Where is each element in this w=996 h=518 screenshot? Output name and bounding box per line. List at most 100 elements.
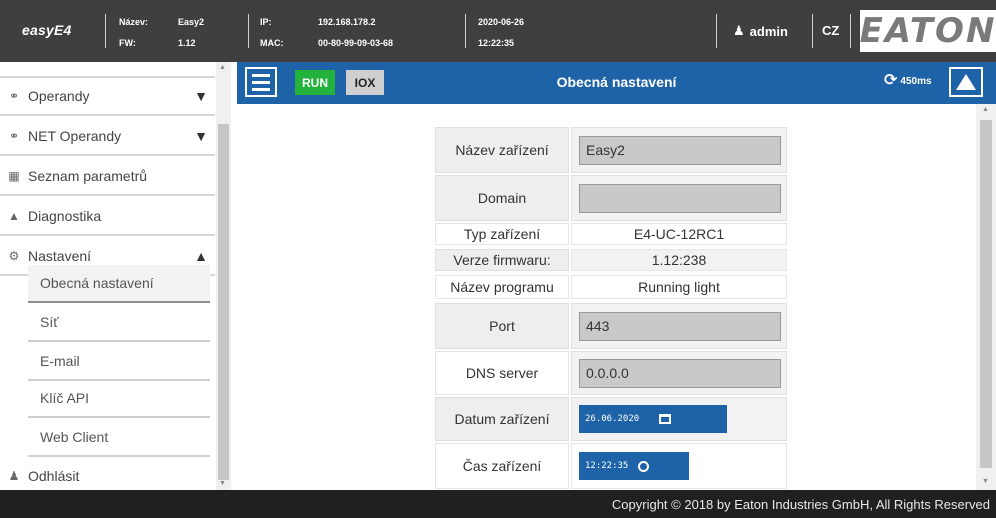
content-scrollbar[interactable]: ▲ ▼ — [976, 104, 996, 490]
firmware-value: 1.12 — [178, 38, 196, 48]
logo-text: EATON — [859, 11, 996, 51]
page-title: Obecná nastavení — [556, 74, 677, 90]
dns-server-cell: 0.0.0.0 — [571, 351, 787, 395]
header-time: 12:22:35 — [478, 38, 515, 48]
form-row-time: Čas zařízení 12:22:35 — [435, 443, 787, 489]
sidebar-item-logout[interactable]: ♟ Odhlásit — [0, 457, 215, 490]
warning-icon: ▲ — [8, 209, 20, 223]
refresh-interval[interactable]: ⟳ 450ms — [884, 72, 932, 89]
sidebar-scrollbar[interactable]: ▲ ▼ — [216, 62, 231, 490]
port-cell: 443 — [571, 303, 787, 349]
device-name-value: Easy2 — [178, 17, 205, 27]
dns-server-input[interactable]: 0.0.0.0 — [579, 358, 781, 388]
link-icon: ⚭ — [8, 129, 20, 143]
language-switch[interactable]: CZ — [822, 23, 839, 38]
scroll-down-icon[interactable]: ▼ — [219, 480, 226, 487]
sidebar-item-label: Diagnostika — [28, 208, 102, 224]
device-name-input[interactable]: Easy2 — [579, 135, 781, 165]
list-icon: ▦ — [8, 169, 20, 183]
header-divider — [850, 14, 851, 48]
gear-icon: ⚙ — [8, 249, 20, 263]
sidebar-scroll-thumb[interactable] — [218, 124, 229, 480]
sidebar-item-operandy[interactable]: ⚭ Operandy ▼ — [0, 78, 215, 116]
form-row-program-name: Název programu Running light — [435, 275, 787, 299]
footer: Copyright © 2018 by Eaton Industries Gmb… — [0, 490, 996, 518]
device-type-value: E4-UC-12RC1 — [571, 223, 787, 245]
header-divider — [105, 14, 106, 48]
brand-label: easyE4 — [22, 22, 72, 38]
content-scroll-thumb[interactable] — [980, 120, 992, 468]
clock-icon[interactable] — [638, 460, 650, 472]
header-date: 2020-06-26 — [478, 17, 525, 27]
device-name-label: Název zařízení — [435, 127, 569, 173]
sidebar-item-partial — [0, 62, 215, 78]
sidebar-subitem-general[interactable]: Obecná nastavení — [28, 265, 210, 303]
copyright-text: Copyright © 2018 by Eaton Industries Gmb… — [611, 496, 990, 512]
scroll-down-icon[interactable]: ▼ — [982, 478, 989, 485]
scroll-up-icon[interactable]: ▲ — [982, 106, 989, 113]
calendar-icon[interactable] — [659, 414, 672, 424]
device-name-cell: Easy2 — [571, 127, 787, 173]
sidebar-item-label: Odhlásit — [28, 468, 80, 484]
arrow-up-icon — [956, 74, 976, 90]
mac-value: 00-80-99-09-03-68 — [318, 38, 394, 48]
refresh-icon: ⟳ — [884, 72, 898, 89]
device-time-cell: 12:22:35 — [571, 443, 787, 489]
mac-label: MAC: — [260, 38, 284, 48]
firmware-version-value: 1.12:238 — [571, 249, 787, 271]
ip-label: IP: — [260, 17, 272, 27]
sidebar-item-label: Operandy — [28, 88, 90, 104]
device-time-picker[interactable]: 12:22:35 — [579, 452, 689, 480]
sidebar-subitem-network[interactable]: Síť — [28, 304, 210, 342]
sidebar-item-label: NET Operandy — [28, 128, 122, 144]
port-label: Port — [435, 303, 569, 349]
sidebar-subitem-email[interactable]: E-mail — [28, 343, 210, 381]
sidebar-item-net-operandy[interactable]: ⚭ NET Operandy ▼ — [0, 118, 215, 156]
device-name-label: Název: — [119, 17, 149, 27]
header-divider — [812, 14, 813, 48]
form-row-device-name: Název zařízení Easy2 — [435, 127, 787, 173]
device-time-label: Čas zařízení — [435, 443, 569, 489]
domain-label: Domain — [435, 175, 569, 221]
sidebar-item-label: Seznam parametrů — [28, 168, 148, 184]
device-date-cell: 26.06.2020 — [571, 397, 787, 441]
device-date-value: 26.06.2020 — [585, 414, 640, 424]
sidebar-item-parameters[interactable]: ▦ Seznam parametrů — [0, 158, 215, 196]
form-row-date: Datum zařízení 26.06.2020 — [435, 397, 787, 441]
user-menu[interactable]: ♟ admin — [733, 23, 788, 39]
sidebar: ⚭ Operandy ▼ ⚭ NET Operandy ▼ ▦ Seznam p… — [0, 62, 232, 490]
sidebar-subitem-api-key[interactable]: Klíč API — [28, 380, 210, 418]
top-header: easyE4 Název: Easy2 FW: 1.12 IP: 192.168… — [0, 0, 996, 62]
domain-input[interactable] — [579, 183, 781, 213]
header-divider — [465, 14, 466, 48]
form-row-firmware: Verze firmwaru: 1.12:238 — [435, 249, 787, 271]
scroll-top-button[interactable] — [949, 67, 983, 97]
sidebar-subitem-web-client[interactable]: Web Client — [28, 419, 210, 457]
device-type-label: Typ zařízení — [435, 223, 569, 245]
scroll-up-icon[interactable]: ▲ — [219, 64, 226, 71]
title-bar: RUN IOX Obecná nastavení ⟳ 450ms — [237, 62, 996, 104]
device-date-label: Datum zařízení — [435, 397, 569, 441]
refresh-interval-value: 450ms — [900, 75, 932, 87]
device-date-picker[interactable]: 26.06.2020 — [579, 405, 727, 433]
chevron-up-icon: ▲ — [194, 248, 208, 264]
port-input[interactable]: 443 — [579, 311, 781, 341]
firmware-label: FW: — [119, 38, 136, 48]
header-divider — [716, 14, 717, 48]
link-icon: ⚭ — [8, 89, 20, 103]
program-name-value: Running light — [571, 275, 787, 299]
firmware-version-label: Verze firmwaru: — [435, 249, 569, 271]
sidebar-item-diagnostics[interactable]: ▲ Diagnostika — [0, 198, 215, 236]
user-icon: ♟ — [8, 469, 20, 483]
form-row-device-type: Typ zařízení E4-UC-12RC1 — [435, 223, 787, 245]
program-name-label: Název programu — [435, 275, 569, 299]
eaton-logo: EATON — [860, 10, 996, 52]
dns-server-label: DNS server — [435, 351, 569, 395]
device-time-value: 12:22:35 — [585, 461, 629, 471]
form-row-port: Port 443 — [435, 303, 787, 349]
chevron-down-icon: ▼ — [194, 88, 208, 104]
chevron-down-icon: ▼ — [194, 128, 208, 144]
form-row-domain: Domain — [435, 175, 787, 221]
user-name: admin — [749, 23, 788, 39]
domain-cell — [571, 175, 787, 221]
